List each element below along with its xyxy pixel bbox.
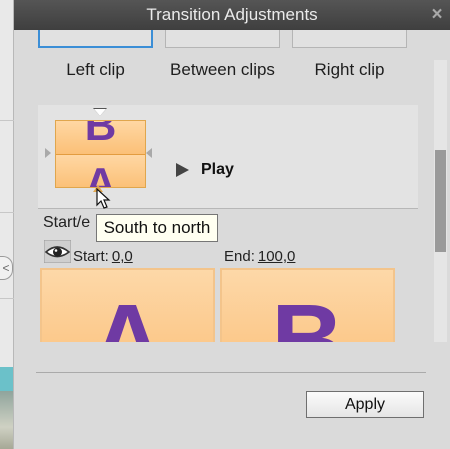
start-label: Start: (73, 248, 109, 265)
end-frame-preview[interactable]: B (220, 268, 395, 342)
tooltip: South to north (96, 214, 218, 242)
apply-button[interactable]: Apply (306, 391, 424, 418)
end-value-row: End: 100,0 (224, 248, 295, 265)
background-divider (0, 298, 14, 299)
background-divider (0, 120, 14, 121)
thumbnail-clip-a: A (56, 155, 145, 188)
tab-left-clip-preview[interactable] (38, 30, 153, 48)
panel-divider (38, 208, 418, 209)
tab-left-clip[interactable]: Left clip (38, 60, 153, 80)
start-value-row: Start: 0,0 (73, 248, 133, 265)
tab-between-clips-preview[interactable] (165, 30, 280, 48)
arrow-right-icon[interactable] (146, 148, 152, 158)
tab-between-clips[interactable]: Between clips (165, 60, 280, 80)
transition-adjustments-dialog: Transition Adjustments × Left clip Betwe… (14, 0, 450, 449)
dialog-title: Transition Adjustments (14, 0, 450, 30)
end-value[interactable]: 100,0 (258, 248, 296, 265)
transition-thumbnail: B A (55, 120, 146, 188)
end-label: End: (224, 248, 255, 265)
play-label: Play (201, 161, 234, 178)
dialog-content: Left clip Between clips Right clip B A P… (38, 30, 434, 342)
footer-divider (36, 372, 426, 373)
background-divider (0, 212, 14, 213)
cursor-icon (96, 188, 111, 209)
thumbnail-clip-b: B (56, 121, 145, 154)
tab-right-clip-preview[interactable] (292, 30, 407, 48)
back-arrow-icon[interactable]: < (0, 256, 13, 280)
start-frame-preview[interactable]: A (40, 268, 215, 342)
transition-preview-panel: B A Play (38, 105, 418, 209)
start-value[interactable]: 0,0 (112, 248, 133, 265)
background-app-strip: < (0, 0, 14, 449)
tab-right-clip[interactable]: Right clip (292, 60, 407, 80)
arrow-top-icon[interactable] (94, 109, 106, 116)
thumbnail-letter-b: B (84, 120, 117, 150)
start-frame-letter: A (91, 284, 164, 342)
close-icon[interactable]: × (428, 4, 446, 26)
play-icon (176, 163, 189, 177)
arrow-left-icon[interactable] (45, 148, 51, 158)
eye-icon[interactable] (44, 240, 71, 263)
background-thumbnail (0, 367, 13, 449)
start-end-label: Start/e (43, 214, 91, 231)
scrollbar-thumb[interactable] (435, 150, 446, 252)
play-button[interactable]: Play (176, 160, 234, 180)
end-frame-letter: B (271, 284, 344, 342)
thumbnail-letter-a: A (84, 159, 117, 188)
